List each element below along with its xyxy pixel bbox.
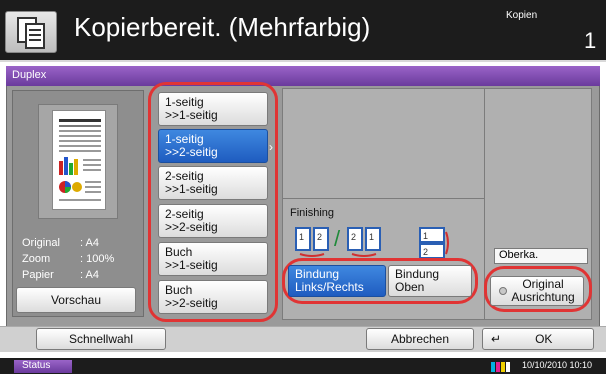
- enter-icon: ↵: [491, 332, 502, 346]
- status-button[interactable]: Status: [14, 360, 72, 373]
- svg-text:2: 2: [351, 232, 356, 242]
- duplex-option-2to1[interactable]: 2-seitig >>1-seitig: [158, 166, 268, 200]
- binding-left-right-button[interactable]: Bindung Links/Rechts: [288, 265, 386, 297]
- duplex-option-1to2[interactable]: 1-seitig >>2-seitig: [158, 129, 268, 163]
- toner-level-icon: [490, 360, 512, 372]
- duplex-option-book-to-2[interactable]: Buch >>2-seitig: [158, 280, 268, 314]
- cancel-button[interactable]: Abbrechen: [366, 328, 474, 350]
- book-binding-left-icon: 1 2: [294, 224, 332, 258]
- status-bar: [0, 358, 606, 374]
- slash-separator-icon: /: [334, 226, 341, 251]
- quick-setup-button[interactable]: Schnellwahl: [36, 328, 166, 350]
- binding-top-button[interactable]: Bindung Oben: [388, 265, 472, 297]
- svg-text:1: 1: [299, 232, 304, 242]
- info-original: Original: A4: [22, 237, 99, 249]
- svg-text:2: 2: [423, 247, 428, 257]
- radio-dot-icon: [499, 287, 508, 295]
- status-datetime: 10/10/2010 10:10: [522, 360, 593, 370]
- svg-text:1: 1: [423, 231, 428, 241]
- panel-title-bar: [6, 66, 600, 86]
- copy-count: 1: [584, 28, 597, 53]
- finishing-label: Finishing: [290, 207, 335, 219]
- book-binding-top-icon: 1 2: [414, 226, 452, 260]
- finishing-divider: [282, 198, 484, 199]
- svg-text:2: 2: [317, 232, 322, 242]
- copy-app-icon: [5, 11, 57, 53]
- duplex-option-1to1[interactable]: 1-seitig >>1-seitig: [158, 92, 268, 126]
- duplex-option-2to2[interactable]: 2-seitig >>2-seitig: [158, 204, 268, 238]
- info-zoom: Zoom: 100%: [22, 253, 115, 265]
- ok-button[interactable]: ↵ OK: [482, 328, 594, 350]
- copies-label: Kopien: [506, 10, 538, 21]
- panel-title: Duplex: [12, 69, 47, 81]
- duplex-option-book-to-1[interactable]: Buch >>1-seitig: [158, 242, 268, 276]
- preview-page-thumbnail: [52, 110, 106, 210]
- svg-text:1: 1: [369, 232, 374, 242]
- selected-arrow-icon: ›: [269, 140, 273, 154]
- orientation-value: Oberka.: [494, 248, 588, 264]
- book-binding-right-icon: 2 1: [346, 224, 384, 258]
- page-title: Kopierbereit. (Mehrfarbig): [74, 12, 371, 42]
- info-paper: Papier: A4: [22, 269, 99, 281]
- preview-button[interactable]: Vorschau: [16, 287, 136, 313]
- original-orientation-button[interactable]: Original Ausrichtung: [490, 276, 584, 306]
